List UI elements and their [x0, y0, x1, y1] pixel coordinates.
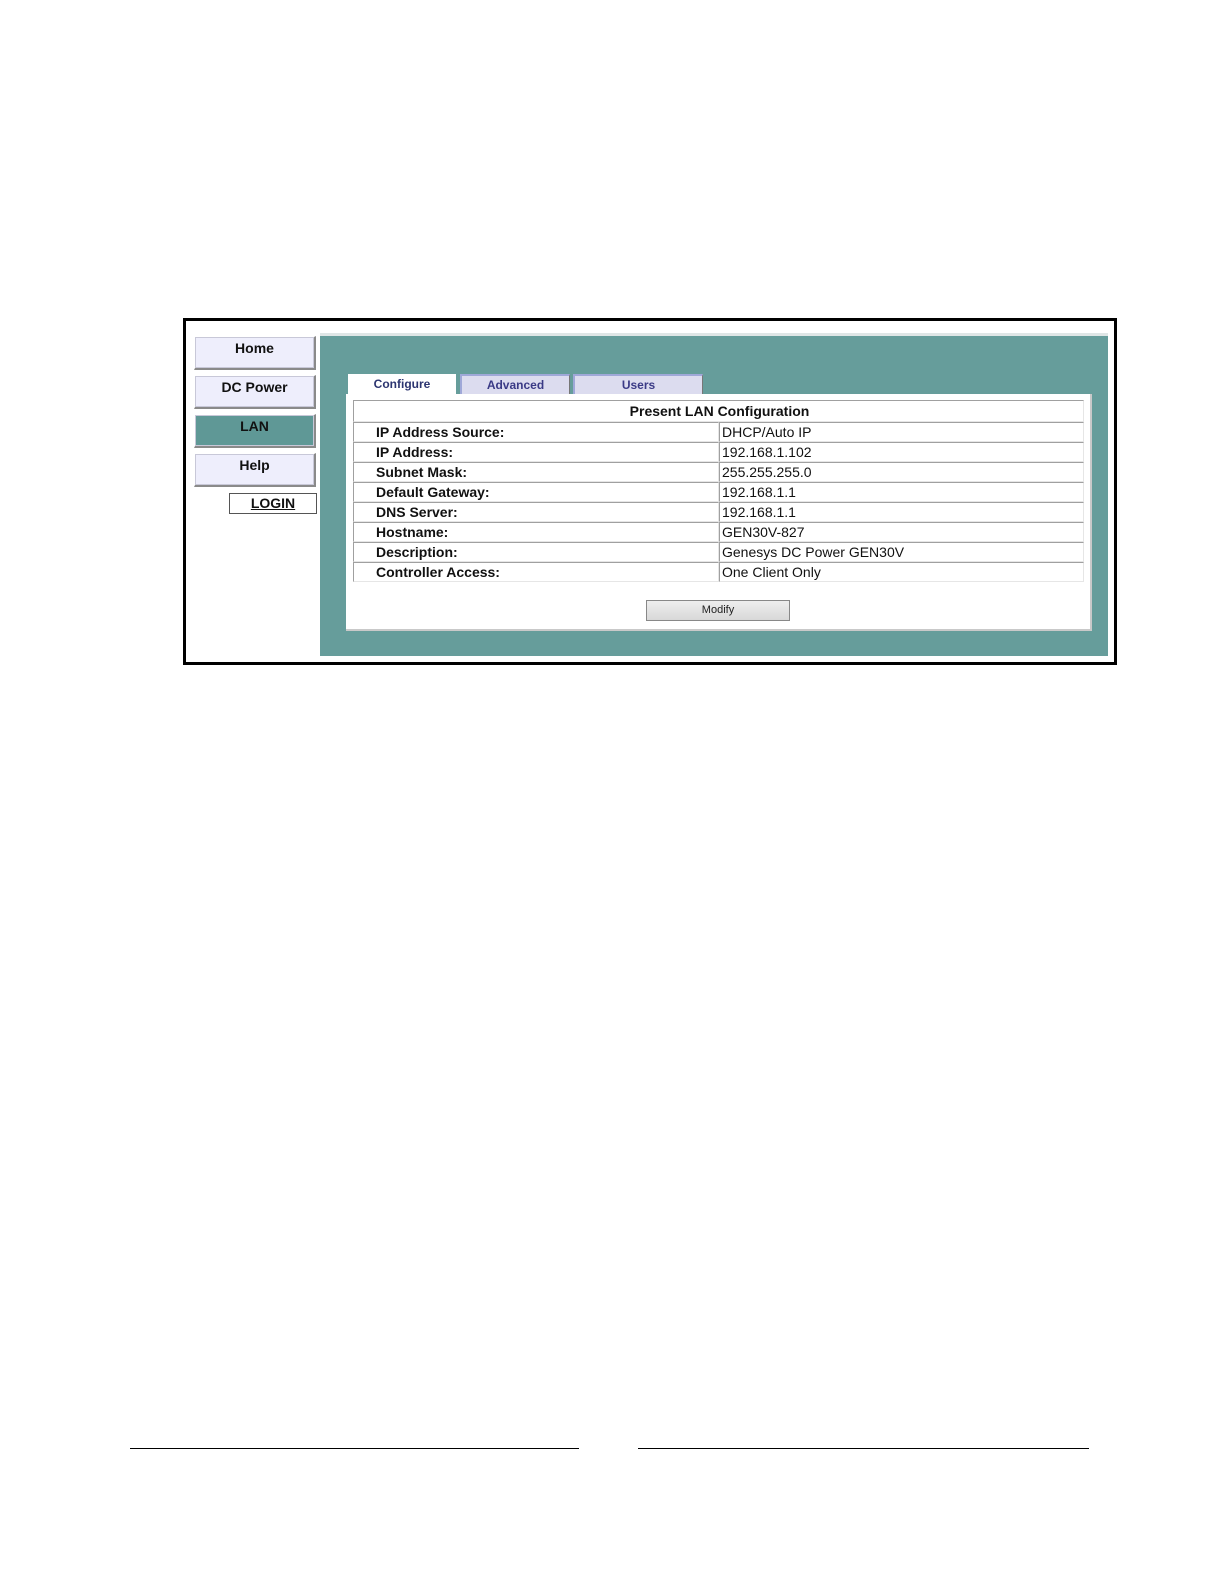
table-row: Description: Genesys DC Power GEN30V	[353, 542, 1084, 562]
row-label: Subnet Mask:	[353, 462, 719, 482]
modify-button[interactable]: Modify	[646, 600, 790, 621]
row-value: One Client Only	[719, 562, 1084, 582]
row-label: Description:	[353, 542, 719, 562]
nav-home-button[interactable]: Home	[194, 336, 316, 370]
row-label: Hostname:	[353, 522, 719, 542]
row-value: 192.168.1.1	[719, 502, 1084, 522]
table-row: IP Address Source: DHCP/Auto IP	[353, 422, 1084, 442]
nav-help-button[interactable]: Help	[194, 453, 316, 487]
screenshot-frame: Home DC Power LAN Help LOGIN Configure A…	[183, 318, 1117, 665]
table-row: Hostname: GEN30V-827	[353, 522, 1084, 542]
row-value: 255.255.255.0	[719, 462, 1084, 482]
row-value: Genesys DC Power GEN30V	[719, 542, 1084, 562]
login-link[interactable]: LOGIN	[229, 493, 317, 514]
row-value: 192.168.1.1	[719, 482, 1084, 502]
table-row: Subnet Mask: 255.255.255.0	[353, 462, 1084, 482]
row-label: DNS Server:	[353, 502, 719, 522]
row-value: DHCP/Auto IP	[719, 422, 1084, 442]
footer-rule-right	[638, 1448, 1089, 1449]
table-title: Present LAN Configuration	[353, 400, 1084, 422]
page: Home DC Power LAN Help LOGIN Configure A…	[0, 0, 1224, 1584]
tab-users[interactable]: Users	[573, 374, 703, 394]
row-label: Default Gateway:	[353, 482, 719, 502]
lan-config-table: Present LAN Configuration IP Address Sou…	[353, 400, 1084, 582]
table-row: IP Address: 192.168.1.102	[353, 442, 1084, 462]
table-row: Default Gateway: 192.168.1.1	[353, 482, 1084, 502]
row-value: GEN30V-827	[719, 522, 1084, 542]
table-title-row: Present LAN Configuration	[353, 400, 1084, 422]
row-label: IP Address:	[353, 442, 719, 462]
nav-dc-power-button[interactable]: DC Power	[194, 375, 316, 409]
config-panel: Present LAN Configuration IP Address Sou…	[346, 394, 1092, 631]
row-label: Controller Access:	[353, 562, 719, 582]
table-row: DNS Server: 192.168.1.1	[353, 502, 1084, 522]
nav-lan-button[interactable]: LAN	[194, 414, 316, 448]
content-area: Configure Advanced Users Present LAN Con…	[320, 333, 1108, 656]
tab-advanced[interactable]: Advanced	[460, 374, 570, 394]
footer-rule-left	[130, 1448, 579, 1449]
table-row: Controller Access: One Client Only	[353, 562, 1084, 582]
row-value: 192.168.1.102	[719, 442, 1084, 462]
tab-configure[interactable]: Configure	[348, 374, 456, 396]
row-label: IP Address Source:	[353, 422, 719, 442]
